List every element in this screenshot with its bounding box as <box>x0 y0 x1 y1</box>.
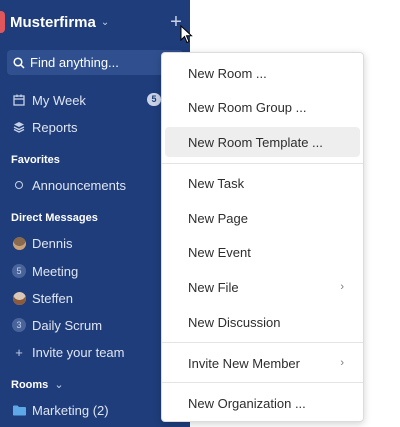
chevron-down-icon: ⌄ <box>100 16 110 28</box>
sidebar-item-label: Dennis <box>32 235 73 251</box>
plus-icon: + <box>15 344 23 360</box>
count-badge: 5 <box>147 93 161 106</box>
layers-icon <box>12 121 26 133</box>
avatar <box>12 291 26 305</box>
circle-icon <box>12 181 26 189</box>
menu-item-new-page[interactable]: New Page <box>165 203 360 233</box>
direct-messages-heading: Direct Messages <box>11 212 98 224</box>
chevron-right-icon: › <box>340 357 344 369</box>
avatar <box>12 236 26 250</box>
favorites-heading: Favorites <box>11 154 60 166</box>
folder-icon <box>12 405 26 416</box>
menu-item-new-task[interactable]: New Task <box>165 168 360 198</box>
search-input[interactable] <box>30 55 180 70</box>
new-item-dropdown-menu: New Room ... New Room Group ... New Room… <box>161 52 364 422</box>
search-icon <box>13 56 25 69</box>
workspace-switcher[interactable]: Musterfirma ⌄ <box>0 8 109 36</box>
menu-separator <box>162 382 363 383</box>
invite-label: Invite your team <box>32 344 125 360</box>
avatar: 5 <box>12 264 26 278</box>
chevron-right-icon: › <box>340 281 344 293</box>
sidebar-item-label: Daily Scrum <box>32 317 103 333</box>
menu-separator <box>162 163 363 164</box>
sidebar-item-label: Marketing (2) <box>32 402 109 418</box>
search-box[interactable] <box>7 50 183 75</box>
sidebar-item-label: Meeting <box>32 263 79 279</box>
chevron-down-icon: ⌄ <box>54 379 64 391</box>
calendar-icon <box>12 94 26 106</box>
menu-item-new-room-template[interactable]: New Room Template ... <box>165 127 360 157</box>
menu-item-invite-new-member[interactable]: Invite New Member › <box>165 348 360 378</box>
menu-item-new-organization[interactable]: New Organization ... <box>165 388 360 418</box>
menu-item-new-event[interactable]: New Event <box>165 237 360 267</box>
mouse-cursor-icon <box>180 25 193 44</box>
sidebar-item-label: Announcements <box>32 177 126 193</box>
menu-item-new-file[interactable]: New File › <box>165 272 360 302</box>
avatar: 3 <box>12 318 26 332</box>
workspace-name: Musterfirma <box>10 13 96 31</box>
menu-separator <box>162 342 363 343</box>
rooms-heading[interactable]: Rooms ⌄ <box>11 378 64 391</box>
sidebar-item-label: My Week <box>32 92 86 108</box>
sidebar-item-label: Reports <box>32 119 78 135</box>
workspace-logo <box>0 11 5 33</box>
sidebar-item-label: Steffen <box>32 290 73 306</box>
menu-item-new-room[interactable]: New Room ... <box>165 58 360 88</box>
menu-item-new-room-group[interactable]: New Room Group ... <box>165 92 360 122</box>
menu-item-new-discussion[interactable]: New Discussion <box>165 307 360 337</box>
